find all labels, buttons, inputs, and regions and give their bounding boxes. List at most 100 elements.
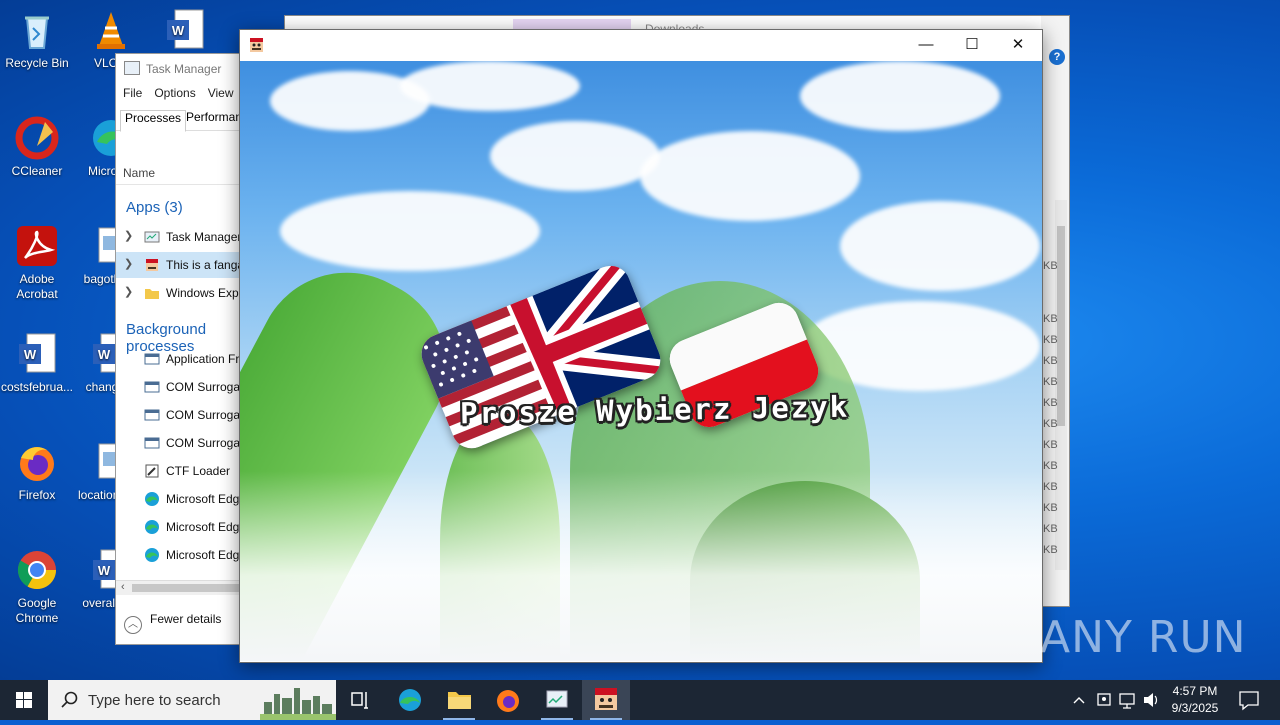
desktop-icon-label: overall [82, 596, 118, 610]
fog-overlay [240, 471, 1042, 661]
size-unit: KB [1043, 260, 1058, 272]
firefox-icon [497, 690, 519, 712]
process-row[interactable]: ❯ Windows Explorer [116, 280, 256, 306]
desktop-icon-recycle-bin[interactable]: Recycle Bin [0, 8, 74, 71]
mario-game-icon [146, 259, 158, 271]
mario-game-icon [595, 688, 617, 710]
vlc-icon [97, 12, 125, 49]
process-name: Microsoft Edge [166, 492, 247, 506]
taskbar-task-manager[interactable] [533, 680, 581, 720]
system-clock[interactable]: 4:57 PM 9/3/2025 [1160, 683, 1230, 717]
expand-chevron-icon[interactable]: ❯ [124, 257, 133, 270]
cloud [280, 191, 540, 271]
process-row[interactable]: Application Frame Host [116, 346, 256, 372]
taskbar-file-explorer[interactable] [435, 680, 483, 720]
fewer-details-button[interactable]: ︿ Fewer details [124, 612, 221, 634]
cloud [400, 61, 580, 111]
network-icon[interactable] [1118, 680, 1136, 720]
task-manager-tabs: Processes Performance [116, 106, 256, 132]
chevron-up-icon: ︿ [124, 616, 142, 634]
menu-file[interactable]: File [123, 86, 142, 100]
cloud [840, 201, 1040, 291]
taskbar-edge[interactable] [386, 680, 434, 720]
task-manager-app-icon [144, 231, 160, 243]
taskbar-firefox[interactable] [484, 680, 532, 720]
size-unit: KB [1043, 355, 1058, 367]
game-window[interactable]: — ☐ ✕ Prosze Wybierz Jezyk [239, 29, 1043, 663]
chevron-up-icon[interactable] [1071, 680, 1087, 720]
process-row[interactable]: Microsoft Edge [116, 486, 256, 512]
scroll-left-icon[interactable]: ‹ [121, 581, 125, 593]
size-unit: KB [1043, 460, 1058, 472]
acrobat-icon [17, 226, 57, 266]
recycle-bin-icon [25, 16, 49, 49]
desktop-icon-ccleaner[interactable]: CCleaner [0, 116, 74, 179]
task-manager-titlebar[interactable]: Task Manager [124, 61, 221, 76]
start-button[interactable] [0, 680, 48, 720]
process-row[interactable]: COM Surrogate [116, 374, 256, 400]
window-app-icon [144, 381, 160, 393]
process-row[interactable]: CTF Loader [116, 458, 256, 484]
process-row[interactable]: ❯ Task Manager [116, 224, 256, 250]
device-icon[interactable] [1095, 680, 1113, 720]
process-name: CTF Loader [166, 464, 231, 478]
desktop-icon-chrome[interactable]: Google Chrome [0, 548, 74, 626]
horizontal-scrollbar[interactable]: ‹ [116, 580, 256, 595]
close-button[interactable]: ✕ [995, 30, 1041, 61]
task-manager-window[interactable]: Task Manager File Options View Processes P… [115, 53, 257, 645]
process-row[interactable]: Microsoft Edge [116, 542, 256, 568]
cloud [640, 131, 860, 221]
expand-chevron-icon[interactable]: ❯ [124, 285, 133, 298]
task-manager-menubar: File Options View [123, 86, 246, 100]
explorer-scroll-thumb[interactable] [1057, 226, 1065, 426]
size-unit: KB [1043, 544, 1058, 556]
tab-processes[interactable]: Processes [120, 110, 187, 132]
desktop-icon-word-top[interactable]: W [148, 8, 222, 56]
mario-game-icon [250, 38, 263, 52]
menu-options[interactable]: Options [154, 86, 195, 100]
process-row[interactable]: COM Surrogate [116, 402, 256, 428]
size-unit: KB [1043, 439, 1058, 451]
svg-text:W: W [24, 347, 37, 362]
folder-icon [145, 289, 159, 299]
size-unit: KB [1043, 397, 1058, 409]
firefox-icon [20, 447, 54, 481]
task-view-icon [351, 692, 368, 709]
minimize-button[interactable]: — [903, 30, 949, 61]
process-name: Microsoft Edge [166, 548, 247, 562]
process-name: COM Surrogate [166, 380, 251, 394]
edge-icon [145, 548, 159, 562]
task-view-button[interactable] [336, 680, 384, 720]
process-row[interactable]: ❯ This is a fangame [116, 252, 256, 278]
process-row[interactable]: COM Surrogate [116, 430, 256, 456]
folder-icon [448, 692, 471, 709]
task-manager-icon [124, 61, 140, 75]
column-header-name[interactable]: Name [123, 166, 155, 180]
window-app-icon [144, 409, 160, 421]
fewer-details-label: Fewer details [150, 612, 222, 626]
game-titlebar[interactable]: — ☐ ✕ [240, 30, 1042, 61]
desktop-icon-costsfebrua[interactable]: W costsfebrua... [0, 332, 74, 395]
language-select-scene: Prosze Wybierz Jezyk [240, 61, 1042, 661]
size-unit: KB [1043, 523, 1058, 535]
maximize-button[interactable]: ☐ [949, 30, 995, 61]
menu-view[interactable]: View [208, 86, 234, 100]
notifications-icon[interactable] [1234, 680, 1264, 720]
cloud [800, 61, 1000, 131]
apps-group-header: Apps (3) [126, 199, 183, 216]
volume-icon[interactable] [1142, 680, 1160, 720]
help-icon[interactable]: ? [1049, 49, 1065, 65]
desktop-icon-firefox[interactable]: Firefox [0, 440, 74, 503]
window-app-icon [144, 353, 160, 365]
watermark: ANY RUN [1040, 612, 1247, 663]
desktop-icon-label: Firefox [18, 488, 56, 502]
taskbar-game[interactable] [582, 680, 630, 720]
edge-icon [145, 492, 159, 506]
expand-chevron-icon[interactable]: ❯ [124, 229, 133, 242]
process-row[interactable]: Microsoft Edge [116, 514, 256, 540]
edge-icon [145, 520, 159, 534]
desktop-icon-acrobat[interactable]: Adobe Acrobat [0, 224, 74, 302]
taskbar-search-box[interactable]: Type here to search [48, 680, 336, 720]
search-icon [61, 691, 78, 708]
horizontal-scroll-thumb[interactable] [132, 584, 252, 592]
